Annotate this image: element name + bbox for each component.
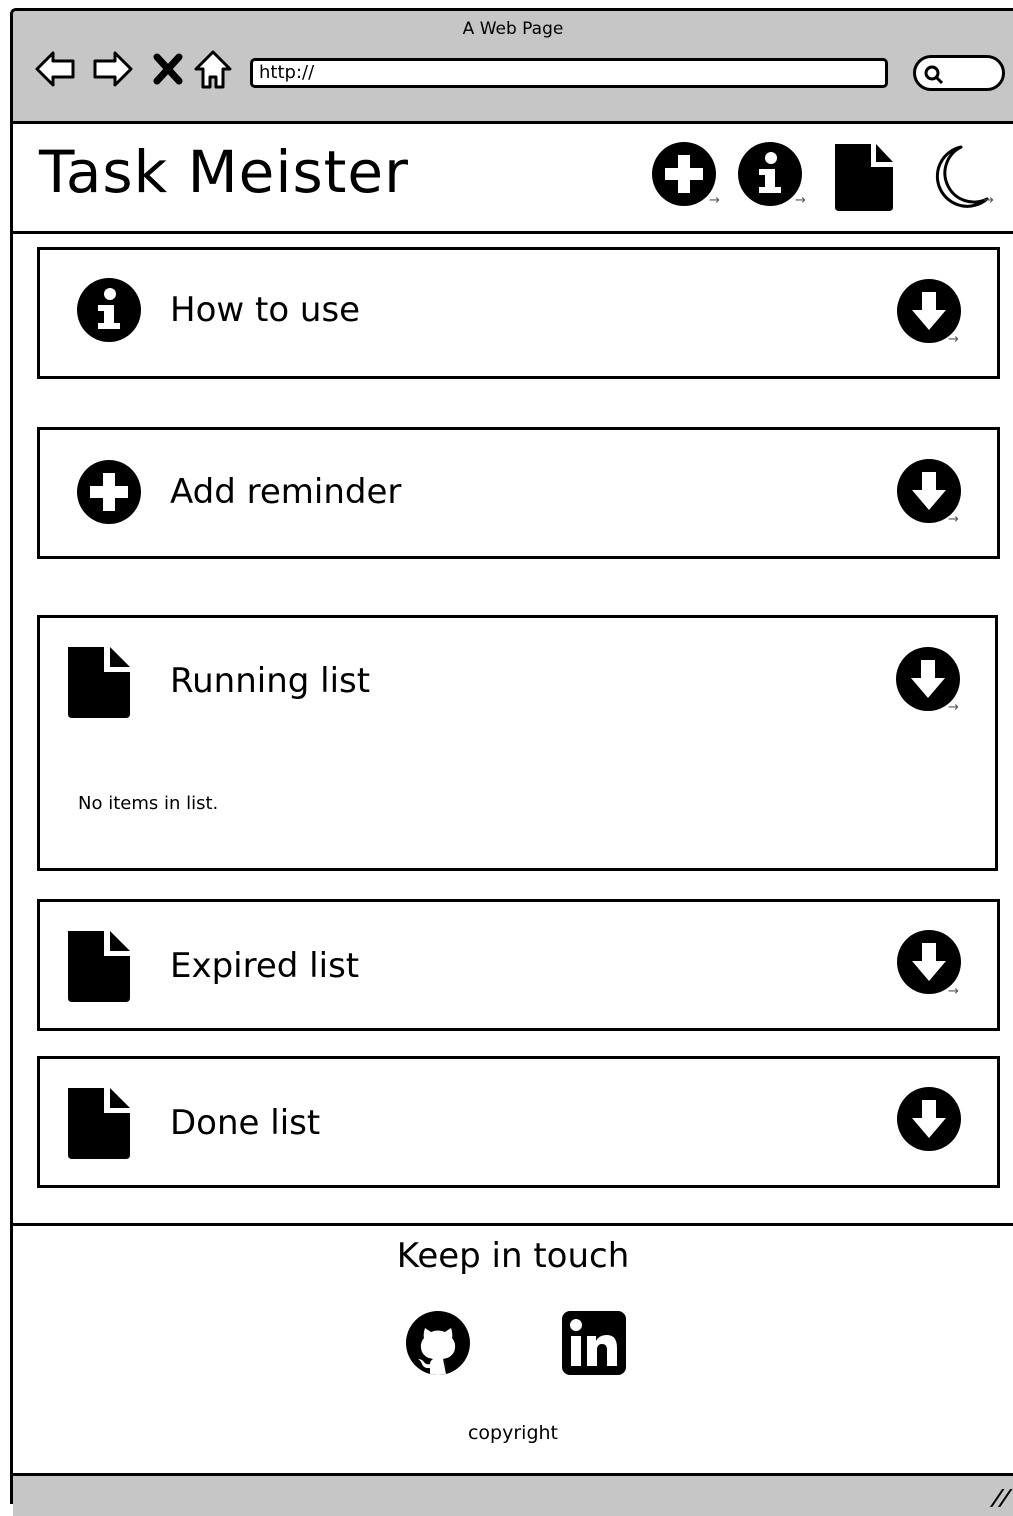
- resize-grip-icon[interactable]: //: [988, 1486, 1013, 1511]
- add-reminder-panel[interactable]: Add reminder →: [37, 427, 1000, 559]
- link-arrow-icon: →: [948, 984, 959, 999]
- expired-list-panel[interactable]: Expired list →: [37, 899, 1000, 1031]
- info-button[interactable]: →: [737, 141, 807, 213]
- panel-label: Running list: [170, 661, 371, 701]
- window-title: A Web Page: [462, 19, 564, 39]
- panel-label: Done list: [170, 1103, 321, 1143]
- app-header: Task Meister → → →: [13, 121, 1013, 234]
- link-arrow-icon: →: [948, 700, 959, 715]
- add-reminder-button[interactable]: →: [651, 141, 721, 213]
- plus-icon: [77, 460, 141, 524]
- browser-toolbar: A Web Page http://: [13, 11, 1013, 124]
- copyright-text: copyright: [467, 1422, 559, 1444]
- file-icon: [68, 931, 130, 1002]
- browser-search-field[interactable]: [913, 55, 1005, 91]
- app-title: Task Meister: [39, 138, 409, 206]
- panel-label: How to use: [170, 290, 361, 330]
- search-icon: [924, 65, 944, 85]
- link-arrow-icon: →: [795, 193, 806, 208]
- home-icon[interactable]: [191, 47, 235, 91]
- file-icon: [835, 144, 893, 211]
- page-footer: Keep in touch copyright: [13, 1223, 1013, 1476]
- lists-button[interactable]: [831, 141, 901, 213]
- back-arrow-icon[interactable]: [33, 47, 77, 91]
- plus-circle-icon: [652, 142, 716, 206]
- link-arrow-icon: →: [948, 512, 959, 527]
- link-arrow-icon: →: [709, 193, 720, 208]
- panel-label: Expired list: [170, 946, 360, 986]
- forward-arrow-icon[interactable]: [91, 47, 135, 91]
- link-arrow-icon: →: [948, 332, 959, 347]
- done-list-panel[interactable]: Done list: [37, 1056, 1000, 1188]
- how-to-use-panel[interactable]: How to use →: [37, 247, 1000, 379]
- browser-window: A Web Page http:// Task Meister → → → Ho…: [10, 8, 1013, 1516]
- running-list-panel[interactable]: Running list → No items in list.: [37, 615, 998, 871]
- empty-list-message: No items in list.: [78, 793, 219, 814]
- github-icon[interactable]: [405, 1310, 471, 1376]
- footer-title: Keep in touch: [396, 1236, 630, 1276]
- dark-mode-toggle[interactable]: →: [925, 141, 995, 213]
- browser-status-bar: //: [13, 1473, 1013, 1516]
- linkedin-icon[interactable]: [561, 1310, 627, 1376]
- expand-arrow-icon[interactable]: [896, 1086, 962, 1152]
- address-bar[interactable]: http://: [250, 58, 888, 88]
- panel-label: Add reminder: [170, 472, 402, 512]
- link-arrow-icon: →: [983, 193, 994, 208]
- file-icon: [68, 647, 130, 718]
- file-icon: [68, 1088, 130, 1159]
- info-icon: [77, 278, 141, 342]
- info-circle-icon: [738, 142, 802, 206]
- stop-icon[interactable]: [151, 47, 185, 91]
